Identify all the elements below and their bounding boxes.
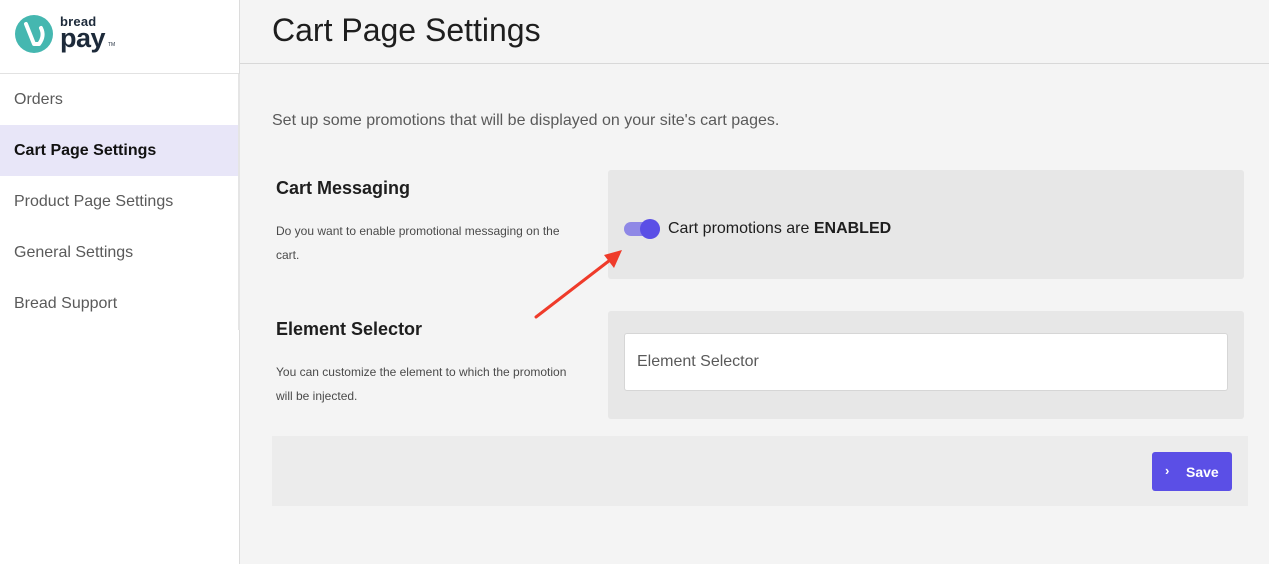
- status-value: ENABLED: [813, 220, 892, 237]
- sidebar: bread pay TM Orders Cart Page Settings P…: [0, 0, 240, 564]
- sidebar-item-cart-page-settings[interactable]: Cart Page Settings: [0, 125, 239, 176]
- sidebar-nav: Orders Cart Page Settings Product Page S…: [0, 74, 239, 329]
- sidebar-scrollbar[interactable]: [238, 74, 240, 330]
- annotation-arrow-icon: [534, 250, 622, 319]
- chevron-right-icon: ›: [1165, 463, 1170, 478]
- breadpay-logo-icon: [15, 15, 53, 53]
- element-selector-input[interactable]: [624, 333, 1228, 391]
- toggle-knob: [640, 219, 660, 239]
- breadpay-logo[interactable]: bread pay TM: [14, 12, 124, 58]
- sidebar-item-product-page-settings[interactable]: Product Page Settings: [0, 176, 239, 227]
- cart-messaging-title: Cart Messaging: [276, 178, 411, 198]
- status-prefix: Cart promotions are: [668, 220, 814, 237]
- page-header: Cart Page Settings: [240, 0, 1269, 64]
- element-selector-panel: [608, 311, 1244, 419]
- save-button-label: Save: [1186, 464, 1219, 480]
- form-footer: › Save: [272, 436, 1248, 506]
- page-title: Cart Page Settings: [272, 12, 541, 48]
- cart-promotions-toggle[interactable]: [624, 219, 660, 239]
- logo-text-pay: pay: [60, 23, 106, 53]
- cart-messaging-panel: Cart promotions are ENABLED: [608, 170, 1244, 279]
- sidebar-item-bread-support[interactable]: Bread Support: [0, 278, 239, 329]
- sidebar-item-orders[interactable]: Orders: [0, 74, 239, 125]
- element-selector-description: You can customize the element to which t…: [276, 365, 567, 403]
- element-selector-title: Element Selector: [276, 319, 423, 339]
- intro-text: Set up some promotions that will be disp…: [272, 112, 780, 129]
- cart-promotions-status: Cart promotions are ENABLED: [668, 220, 891, 238]
- save-button[interactable]: › Save: [1152, 452, 1232, 491]
- sidebar-item-general-settings[interactable]: General Settings: [0, 227, 239, 278]
- logo-trademark: TM: [108, 42, 116, 48]
